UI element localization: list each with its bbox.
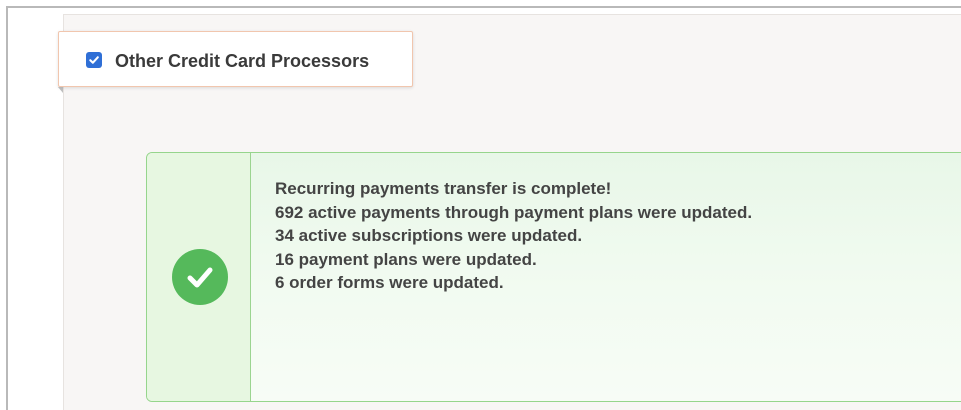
checkbox-card[interactable]: Other Credit Card Processors: [58, 31, 413, 93]
alert-title: Recurring payments transfer is complete!: [275, 179, 612, 198]
checkmark-icon: [89, 56, 99, 64]
check-circle-icon: [172, 249, 228, 305]
card-fold-decoration: [58, 87, 63, 93]
alert-line-payments: 692 active payments through payment plan…: [275, 202, 753, 222]
alert-icon-column: [147, 153, 251, 401]
check-icon: [187, 267, 213, 288]
alert-line-subscriptions: 34 active subscriptions were updated.: [275, 226, 583, 245]
alert-line-payment-plans: 16 payment plans were updated.: [275, 249, 537, 269]
checkbox-label: Other Credit Card Processors: [115, 51, 370, 71]
alert-message: Recurring payments transfer is complete!…: [275, 177, 752, 295]
other-credit-card-processors-checkbox[interactable]: [86, 52, 102, 68]
success-alert: Recurring payments transfer is complete!…: [146, 152, 961, 402]
alert-line-order-forms: 6 order forms were updated.: [275, 273, 504, 292]
